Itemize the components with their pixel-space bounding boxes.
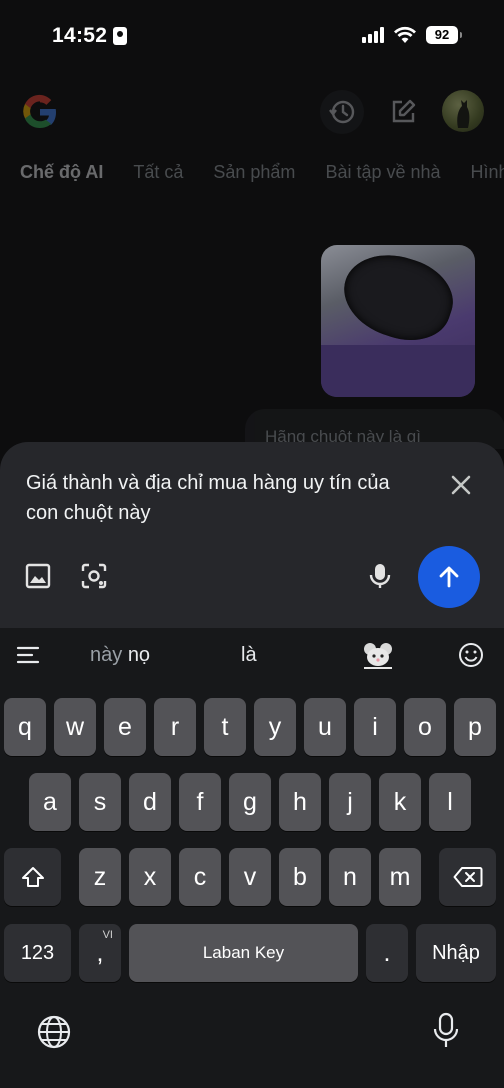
gaming-mouse-shape [333,245,463,353]
enter-key[interactable]: Nhập [416,924,496,982]
key-r[interactable]: r [154,698,196,756]
status-time: 14:52 [52,24,128,48]
key-v[interactable]: v [229,848,271,906]
tab-homework[interactable]: Bài tập về nhà [325,162,440,192]
key-f[interactable]: f [179,773,221,831]
key-o[interactable]: o [404,698,446,756]
uploaded-mouse-photo[interactable] [321,245,475,397]
tab-products[interactable]: Sản phẩm [213,162,295,192]
tab-all[interactable]: Tất cả [133,162,183,192]
close-icon [451,475,471,495]
query-input-panel: Giá thành và địa chỉ mua hàng uy tín của… [0,442,504,628]
status-indicators: 92 [362,26,462,44]
contact-card-icon [113,27,128,45]
suggestion-1[interactable]: này nọ [90,644,150,667]
suggestion-1-word: nọ [127,644,151,666]
period-key[interactable]: . [366,924,408,982]
numbers-key[interactable]: 123 [4,924,71,982]
voice-input-button[interactable] [364,560,396,592]
tab-images[interactable]: Hình [471,162,504,192]
language-badge: VI [102,929,113,941]
dictation-microphone-icon[interactable] [432,1012,460,1050]
comma-label: , [96,938,104,967]
key-p[interactable]: p [454,698,496,756]
clock-text: 14:52 [52,24,108,47]
key-d[interactable]: d [129,773,171,831]
space-key[interactable]: Laban Key [129,924,358,982]
key-m[interactable]: m [379,848,421,906]
shift-icon [21,867,44,887]
backspace-key[interactable] [439,848,496,906]
clear-query-button[interactable] [446,470,476,500]
app-header [0,80,504,144]
avatar-cat-icon [457,100,470,128]
send-button[interactable] [418,546,480,608]
comma-key[interactable]: , VI [79,924,121,982]
tab-ai-mode[interactable]: Chế độ AI [20,162,103,192]
wifi-icon [394,26,416,43]
mouse-emoji-icon[interactable] [362,640,394,670]
key-s[interactable]: s [79,773,121,831]
key-h[interactable]: h [279,773,321,831]
edit-icon [392,99,416,123]
key-u[interactable]: u [304,698,346,756]
suggestion-bar: này nọ là [0,628,504,684]
key-x[interactable]: x [129,848,171,906]
profile-avatar[interactable] [442,90,484,132]
suggestion-2[interactable]: là [241,644,257,667]
key-e[interactable]: e [104,698,146,756]
microphone-icon [369,564,391,588]
globe-icon[interactable] [36,1014,72,1050]
keyboard-bottom-bar [0,1008,504,1078]
battery-indicator: 92 [426,26,462,44]
status-bar: 14:52 92 [0,0,504,74]
google-logo-icon [23,94,56,129]
keyboard-menu-icon[interactable] [16,645,40,665]
new-chat-button[interactable] [381,90,425,134]
google-lens-button[interactable] [78,560,110,592]
mousepad-shape [321,345,475,397]
backspace-icon [453,867,482,887]
key-b[interactable]: b [279,848,321,906]
key-z[interactable]: z [79,848,121,906]
history-icon [329,100,355,124]
query-text-input[interactable]: Giá thành và địa chỉ mua hàng uy tín của… [26,468,426,528]
key-i[interactable]: i [354,698,396,756]
key-j[interactable]: j [329,773,371,831]
key-w[interactable]: w [54,698,96,756]
suggestion-1-typed: này [90,644,123,666]
cellular-signal-icon [362,27,384,43]
on-screen-keyboard: này nọ là q w e r t y u i o p a s d f g … [0,628,504,1088]
key-g[interactable]: g [229,773,271,831]
key-a[interactable]: a [29,773,71,831]
arrow-up-icon [439,566,459,588]
add-image-button[interactable] [22,560,54,592]
lens-icon [81,563,107,589]
key-n[interactable]: n [329,848,371,906]
key-q[interactable]: q [4,698,46,756]
emoji-icon[interactable] [458,642,484,668]
image-icon [25,563,51,589]
shift-key[interactable] [4,848,61,906]
key-k[interactable]: k [379,773,421,831]
key-t[interactable]: t [204,698,246,756]
key-c[interactable]: c [179,848,221,906]
key-y[interactable]: y [254,698,296,756]
history-button[interactable] [320,90,364,134]
key-l[interactable]: l [429,773,471,831]
search-mode-tabs: Chế độ AI Tất cả Sản phẩm Bài tập về nhà… [0,162,504,192]
